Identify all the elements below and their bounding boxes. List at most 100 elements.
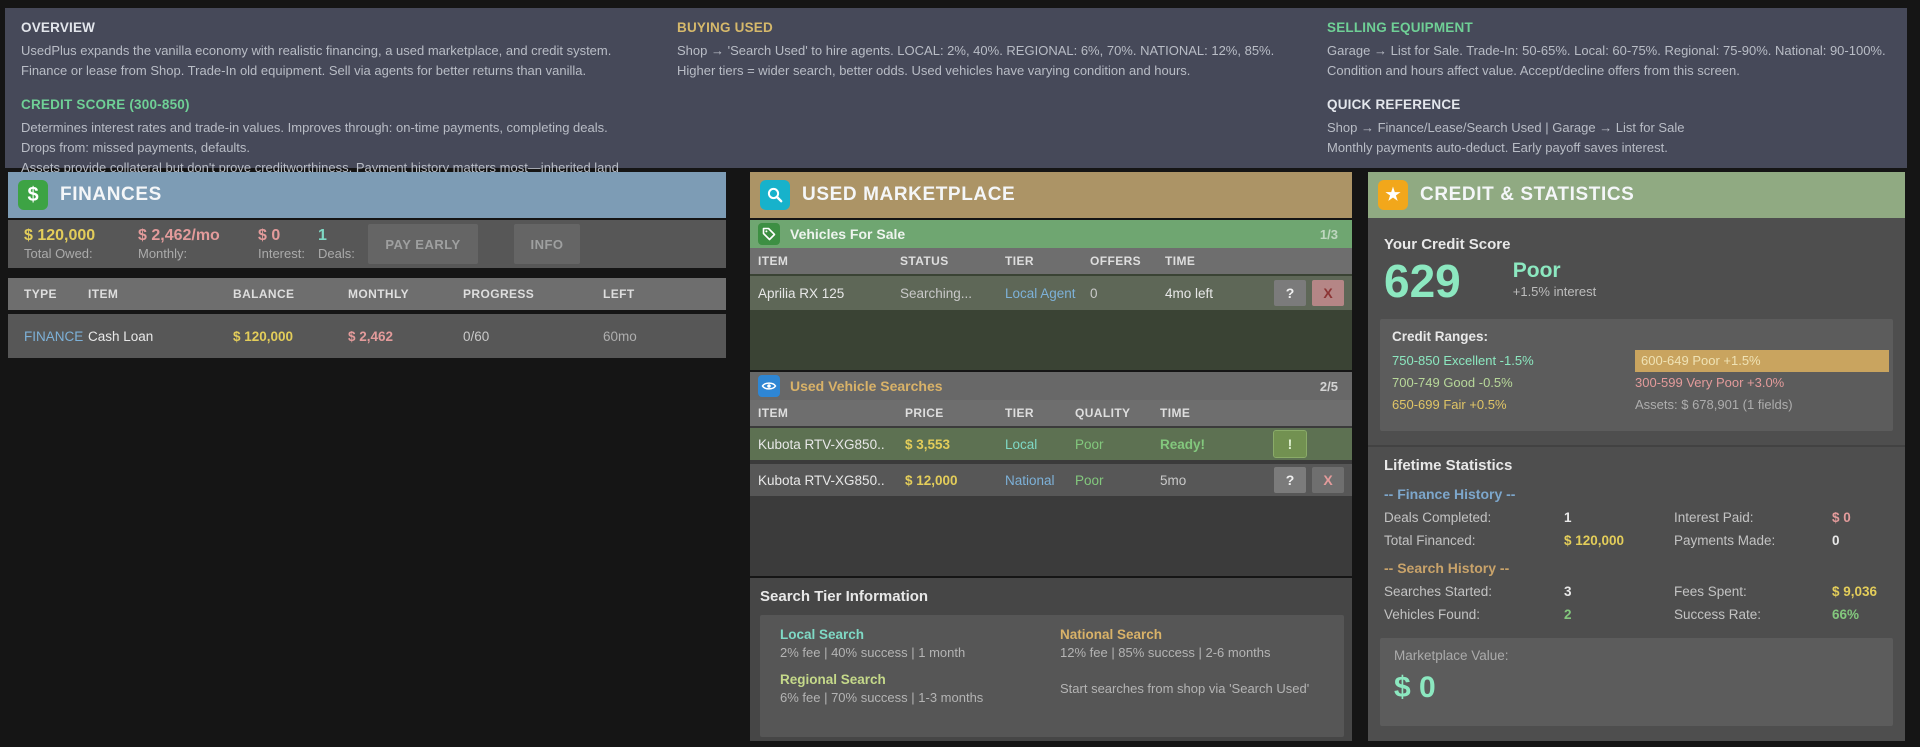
credit-header: ★ CREDIT & STATISTICS xyxy=(1368,172,1905,218)
credit-score-help-line1: Determines interest rates and trade-in v… xyxy=(21,118,641,158)
search-quality: Poor xyxy=(1075,473,1160,488)
loan-left: 60mo xyxy=(603,329,726,344)
vehicles-found-stat: Vehicles Found: 2 xyxy=(1384,607,1674,622)
vehicle-help-button[interactable]: ? xyxy=(1274,280,1306,306)
col-item: ITEM xyxy=(88,287,233,301)
help-band: OVERVIEW UsedPlus expands the vanilla ec… xyxy=(5,8,1907,168)
credit-score-label: Your Credit Score xyxy=(1384,236,1905,253)
success-rate-stat: Success Rate: 66% xyxy=(1674,607,1889,622)
col-tier: TIER xyxy=(1005,254,1090,268)
range-fair: 650-699 Fair +0.5% xyxy=(1392,394,1635,416)
dollar-icon: $ xyxy=(18,180,48,210)
interest-paid-value: $ 0 xyxy=(1832,510,1851,525)
usedplus-screen: OVERVIEW UsedPlus expands the vanilla ec… xyxy=(0,0,1920,747)
col-time: TIME xyxy=(1160,406,1274,420)
quick-reference-line2: Monthly payments auto-deduct. Early payo… xyxy=(1327,138,1907,158)
search-cancel-button[interactable]: X xyxy=(1312,467,1344,493)
total-owed-stat: $ 120,000 Total Owed: xyxy=(24,226,138,262)
vehicles-found-value: 2 xyxy=(1564,607,1572,622)
vehicle-offers: 0 xyxy=(1090,286,1165,301)
deals-stat: 1 Deals: xyxy=(318,226,364,262)
marketplace-title: USED MARKETPLACE xyxy=(802,184,1015,206)
col-left: LEFT xyxy=(603,287,726,301)
vehicle-item: Aprilia RX 125 xyxy=(758,286,900,301)
search-time: Ready! xyxy=(1160,437,1274,452)
loan-item: Cash Loan xyxy=(88,329,233,344)
marketplace-value-box: Marketplace Value: $ 0 xyxy=(1380,638,1893,726)
search-claim-button[interactable]: ! xyxy=(1274,431,1306,457)
credit-rating: Poor xyxy=(1513,259,1596,282)
lifetime-statistics-section: Lifetime Statistics -- Finance History -… xyxy=(1368,445,1905,622)
loan-type: FINANCE xyxy=(24,329,88,344)
loan-monthly: $ 2,462 xyxy=(348,329,463,344)
interest-label: Interest: xyxy=(258,245,318,262)
ranges-right-column: 600-649 Poor +1.5% 300-599 Very Poor +3.… xyxy=(1635,350,1893,416)
search-time: 5mo xyxy=(1160,473,1274,488)
deals-completed-stat: Deals Completed: 1 xyxy=(1384,510,1674,525)
search-help-button[interactable]: ? xyxy=(1274,467,1306,493)
interest-value: $ 0 xyxy=(258,226,318,245)
selling-equipment-title: SELLING EQUIPMENT xyxy=(1327,20,1907,35)
help-column-buying: BUYING USED Shop → 'Search Used' to hire… xyxy=(677,20,1297,81)
finance-row-cash-loan[interactable]: FINANCE Cash Loan $ 120,000 $ 2,462 0/60… xyxy=(8,314,726,358)
col-balance: BALANCE xyxy=(233,287,348,301)
loan-balance: $ 120,000 xyxy=(233,329,348,344)
finances-panel: $ FINANCES $ 120,000 Total Owed: $ 2,462… xyxy=(8,172,726,741)
vehicles-table-header: ITEM STATUS TIER OFFERS TIME xyxy=(750,248,1352,274)
deals-label: Deals: xyxy=(318,245,364,262)
tier-info-left-column: Local Search 2% fee | 40% success | 1 mo… xyxy=(780,627,1060,737)
quick-reference-title: QUICK REFERENCE xyxy=(1327,97,1907,112)
search-tier-info-title: Search Tier Information xyxy=(760,588,1344,605)
search-row-ready[interactable]: Kubota RTV-XG850.. $ 3,553 Local Poor Re… xyxy=(750,428,1352,460)
credit-score-row: 629 Poor +1.5% interest xyxy=(1368,257,1905,305)
credit-score-help-title: CREDIT SCORE (300-850) xyxy=(21,97,641,112)
col-price: PRICE xyxy=(905,406,1005,420)
vehicle-cancel-button[interactable]: X xyxy=(1312,280,1344,306)
vehicles-for-sale-count: 1/3 xyxy=(1320,227,1338,242)
fees-spent-stat: Fees Spent: $ 9,036 xyxy=(1674,584,1889,599)
national-search-details: 12% fee | 85% success | 2-6 months xyxy=(1060,645,1340,660)
used-vehicle-searches-count: 2/5 xyxy=(1320,379,1338,394)
help-column-selling: SELLING EQUIPMENT Garage → List for Sale… xyxy=(1327,20,1907,158)
total-financed-value: $ 120,000 xyxy=(1564,533,1624,548)
overview-title: OVERVIEW xyxy=(21,20,641,35)
finance-history-label: -- Finance History -- xyxy=(1384,486,1905,502)
deals-value: 1 xyxy=(318,226,364,245)
search-price: $ 12,000 xyxy=(905,473,1005,488)
vehicle-row-aprilia[interactable]: Aprilia RX 125 Searching... Local Agent … xyxy=(750,276,1352,310)
payments-made-value: 0 xyxy=(1832,533,1840,548)
credit-rating-block: Poor +1.5% interest xyxy=(1513,257,1596,299)
marketplace-value-label: Marketplace Value: xyxy=(1394,648,1879,663)
loan-progress: 0/60 xyxy=(463,329,603,344)
info-button[interactable]: INFO xyxy=(514,224,580,264)
search-row-pending[interactable]: Kubota RTV-XG850.. $ 12,000 National Poo… xyxy=(750,464,1352,496)
interest-stat: $ 0 Interest: xyxy=(258,226,318,262)
col-offers: OFFERS xyxy=(1090,254,1165,268)
vehicle-status: Searching... xyxy=(900,286,1005,301)
credit-panel: ★ CREDIT & STATISTICS Your Credit Score … xyxy=(1368,172,1905,741)
deals-completed-value: 1 xyxy=(1564,510,1572,525)
pay-early-button[interactable]: PAY EARLY xyxy=(368,224,478,264)
col-monthly: MONTHLY xyxy=(348,287,463,301)
payments-made-label: Payments Made: xyxy=(1674,533,1832,548)
col-quality: QUALITY xyxy=(1075,406,1160,420)
search-price: $ 3,553 xyxy=(905,437,1005,452)
vehicle-time: 4mo left xyxy=(1165,286,1274,301)
overview-line2: Finance or lease from Shop. Trade-In old… xyxy=(21,61,641,81)
total-owed-label: Total Owed: xyxy=(24,245,138,262)
vehicles-found-label: Vehicles Found: xyxy=(1384,607,1564,622)
marketplace-header: USED MARKETPLACE xyxy=(750,172,1352,218)
regional-search-details: 6% fee | 70% success | 1-3 months xyxy=(780,690,1060,705)
local-search-details: 2% fee | 40% success | 1 month xyxy=(780,645,1060,660)
searches-started-value: 3 xyxy=(1564,584,1572,599)
tier-info-note: Start searches from shop via 'Search Use… xyxy=(1060,681,1340,696)
buying-used-line1: Shop → 'Search Used' to hire agents. LOC… xyxy=(677,41,1297,61)
buying-used-line2: Higher tiers = wider search, better odds… xyxy=(677,61,1297,81)
col-tier: TIER xyxy=(1005,406,1075,420)
local-search-name: Local Search xyxy=(780,627,1060,642)
total-owed-value: $ 120,000 xyxy=(24,226,138,245)
national-search-name: National Search xyxy=(1060,627,1340,642)
searches-started-stat: Searches Started: 3 xyxy=(1384,584,1674,599)
col-item: ITEM xyxy=(758,254,900,268)
selling-equipment-line2: Condition and hours affect value. Accept… xyxy=(1327,61,1907,81)
